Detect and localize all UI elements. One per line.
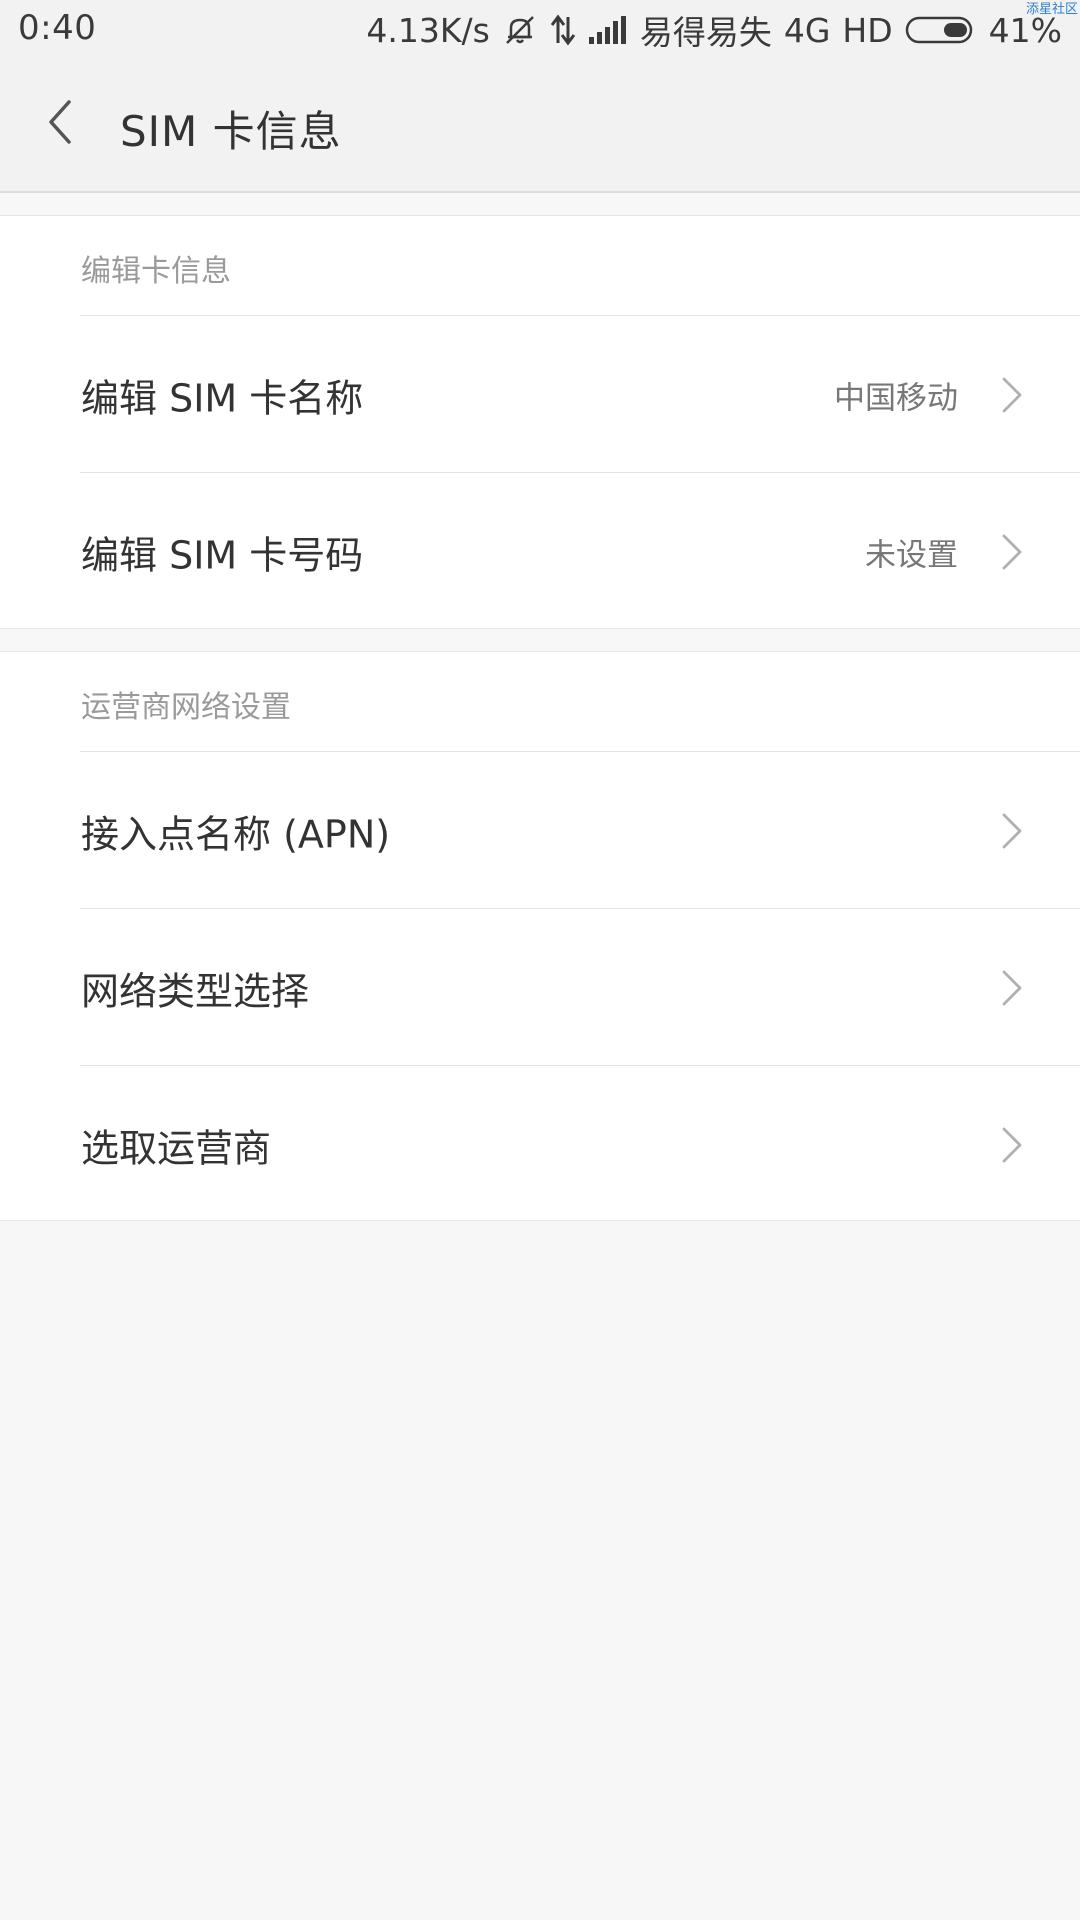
data-transfer-icon [550, 13, 576, 47]
section-carrier-network: 运营商网络设置 接入点名称 (APN) 网络类型选择 选取运营商 [0, 651, 1080, 1221]
section-header: 运营商网络设置 [0, 652, 1080, 752]
row-label: 编辑 SIM 卡名称 [81, 376, 364, 420]
section-header-label: 运营商网络设置 [81, 690, 291, 725]
mute-alarm-icon [502, 12, 538, 48]
battery-icon [905, 15, 977, 45]
chevron-right-icon [1000, 1125, 1024, 1165]
chevron-left-icon [45, 98, 75, 146]
page-title: SIM 卡信息 [120, 107, 342, 156]
row-value: 中国移动 [834, 380, 958, 416]
status-indicators: 4.13K/s 易得易失 4G HD 41% [366, 8, 1062, 53]
back-button[interactable] [30, 92, 90, 152]
chevron-right-icon [1000, 532, 1024, 572]
row-select-carrier[interactable]: 选取运营商 [0, 1066, 1080, 1223]
app-header: SIM 卡信息 [0, 60, 1080, 193]
watermark-text: 添星社区 [1025, 2, 1078, 17]
carrier-name: 易得易失 [639, 13, 772, 52]
row-label: 选取运营商 [81, 1126, 272, 1170]
row-label: 网络类型选择 [81, 969, 310, 1013]
network-type: 4G [783, 10, 831, 50]
section-edit-card-info: 编辑卡信息 编辑 SIM 卡名称 中国移动 编辑 SIM 卡号码 未设置 [0, 215, 1080, 629]
network-speed: 4.13K/s [366, 10, 490, 50]
chevron-right-icon [1000, 375, 1024, 415]
chevron-right-icon [1000, 968, 1024, 1008]
row-network-type[interactable]: 网络类型选择 [0, 909, 1080, 1066]
row-label: 接入点名称 (APN) [81, 812, 391, 856]
section-header: 编辑卡信息 [0, 216, 1080, 316]
section-header-label: 编辑卡信息 [81, 254, 231, 289]
row-edit-sim-name[interactable]: 编辑 SIM 卡名称 中国移动 [0, 316, 1080, 473]
status-bar: 0:40 4.13K/s 易得易失 4G HD 41% 添星社区 [0, 0, 1080, 60]
signal-icon [588, 15, 628, 45]
chevron-right-icon [1000, 811, 1024, 851]
row-value: 未设置 [865, 537, 958, 573]
hd-indicator: HD [842, 10, 893, 50]
row-edit-sim-number[interactable]: 编辑 SIM 卡号码 未设置 [0, 473, 1080, 630]
status-time: 0:40 [18, 8, 97, 48]
row-apn[interactable]: 接入点名称 (APN) [0, 752, 1080, 909]
row-label: 编辑 SIM 卡号码 [81, 533, 364, 577]
